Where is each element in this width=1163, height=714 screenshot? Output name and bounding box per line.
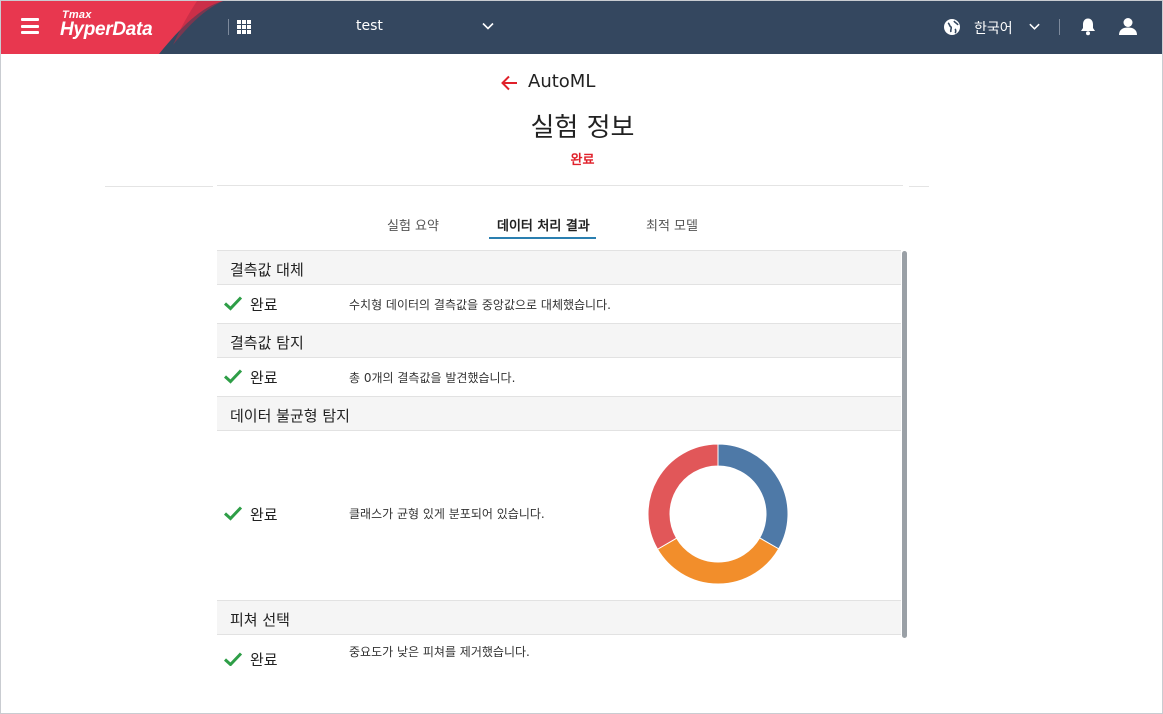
back-link-automl[interactable]: AutoML bbox=[528, 71, 595, 92]
class-balance-donut-chart bbox=[647, 443, 789, 585]
result-status: 완료 bbox=[250, 296, 278, 314]
result-row: 완료 수치형 데이터의 결측값을 중앙값으로 대체했습니다. bbox=[217, 285, 901, 324]
check-icon bbox=[223, 369, 243, 384]
section-title: 결측값 대체 bbox=[230, 261, 304, 279]
section-header: 데이터 불균형 탐지 bbox=[217, 397, 901, 431]
page-title: 실험 정보 bbox=[530, 113, 635, 143]
section-header: 피쳐 선택 bbox=[217, 601, 901, 635]
result-row: 완료 클래스가 균형 있게 분포되어 있습니다. bbox=[217, 431, 901, 601]
divider bbox=[909, 186, 929, 187]
result-status: 완료 bbox=[250, 506, 278, 524]
divider bbox=[217, 185, 903, 186]
brand-area: Tmax HyperData bbox=[1, 1, 231, 54]
language-selector[interactable]: 한국어 bbox=[974, 18, 1013, 38]
menu-icon[interactable] bbox=[21, 18, 39, 34]
section-title: 데이터 불균형 탐지 bbox=[230, 407, 350, 425]
bell-icon[interactable] bbox=[1079, 17, 1097, 36]
result-row: 완료 총 0개의 결측값을 발견했습니다. bbox=[217, 358, 901, 397]
donut-slice bbox=[647, 443, 719, 550]
section-header: 결측값 탐지 bbox=[217, 324, 901, 358]
section-title: 피쳐 선택 bbox=[230, 611, 290, 629]
tab-best-model[interactable]: 최적 모델 bbox=[646, 215, 698, 234]
donut-slice bbox=[717, 443, 789, 550]
apps-grid-icon[interactable] bbox=[237, 20, 251, 34]
divider bbox=[228, 19, 229, 35]
section-title: 결측값 탐지 bbox=[230, 334, 304, 352]
logo-hyperdata[interactable]: HyperData bbox=[60, 19, 153, 41]
check-icon bbox=[223, 506, 243, 521]
chevron-down-icon[interactable] bbox=[481, 19, 495, 33]
result-status: 완료 bbox=[250, 369, 278, 387]
chevron-down-icon[interactable] bbox=[1028, 20, 1041, 33]
divider bbox=[105, 186, 213, 187]
project-selector[interactable]: test bbox=[356, 18, 383, 34]
divider bbox=[1059, 19, 1060, 35]
result-description: 클래스가 균형 있게 분포되어 있습니다. bbox=[349, 507, 545, 521]
result-description: 중요도가 낮은 피쳐를 제거했습니다. bbox=[349, 645, 530, 659]
check-icon bbox=[223, 296, 243, 311]
tab-experiment-summary[interactable]: 실험 요약 bbox=[387, 215, 439, 234]
app-window: Tmax HyperData test 한국어 AutoML 실험 정보 완료 … bbox=[0, 0, 1163, 714]
section-header: 결측값 대체 bbox=[217, 251, 901, 285]
check-icon bbox=[223, 652, 243, 666]
processing-results-list: 결측값 대체 완료 수치형 데이터의 결측값을 중앙값으로 대체했습니다. 결측… bbox=[217, 250, 901, 666]
top-navigation-bar: Tmax HyperData test 한국어 bbox=[1, 1, 1162, 54]
tab-data-processing-results[interactable]: 데이터 처리 결과 bbox=[497, 215, 590, 234]
result-row: 완료 중요도가 낮은 피쳐를 제거했습니다. bbox=[217, 635, 901, 666]
back-arrow-icon[interactable] bbox=[500, 74, 520, 92]
experiment-status: 완료 bbox=[570, 153, 595, 168]
globe-icon[interactable] bbox=[943, 18, 961, 36]
donut-slice bbox=[656, 537, 780, 585]
result-status: 완료 bbox=[250, 651, 278, 666]
active-tab-indicator bbox=[489, 237, 596, 239]
result-description: 총 0개의 결측값을 발견했습니다. bbox=[349, 371, 516, 385]
result-description: 수치형 데이터의 결측값을 중앙값으로 대체했습니다. bbox=[349, 298, 611, 312]
user-icon[interactable] bbox=[1118, 17, 1138, 36]
scrollbar-thumb[interactable] bbox=[902, 251, 907, 638]
